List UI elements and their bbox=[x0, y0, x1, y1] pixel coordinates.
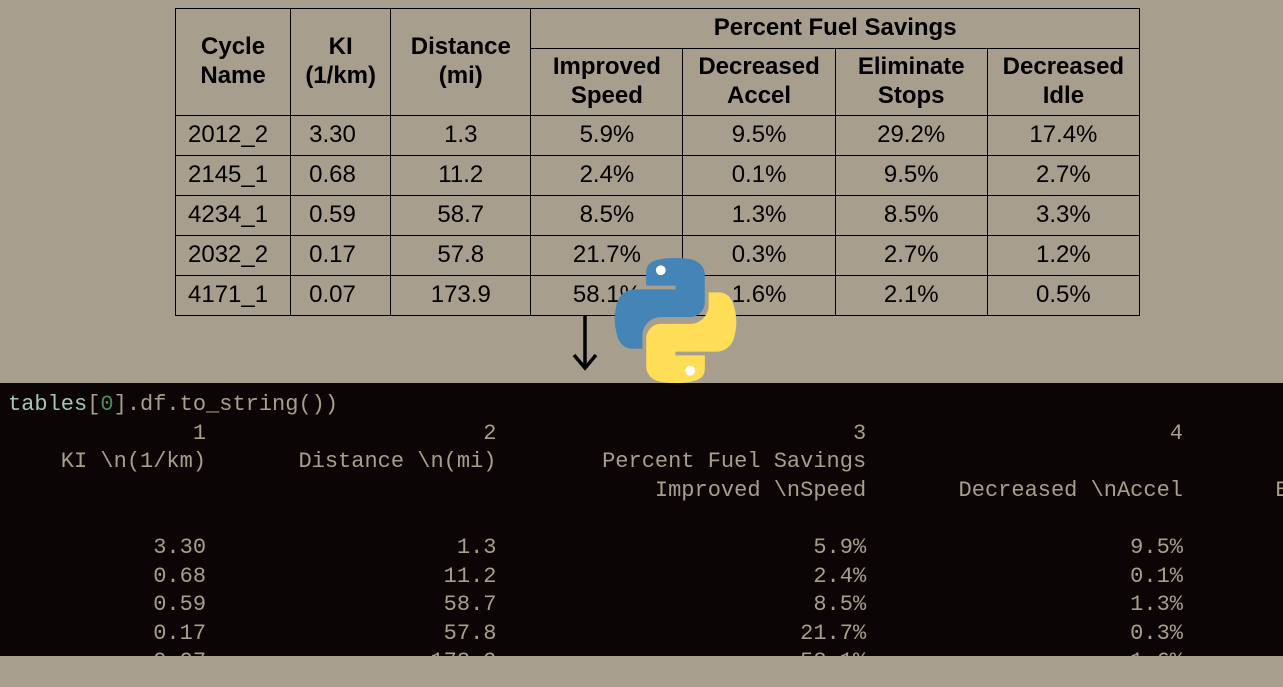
cell-speed: 8.5% bbox=[531, 195, 683, 235]
cell-dist: 173.9 bbox=[391, 275, 531, 315]
terminal-command: tables[0].df.to_string()) bbox=[8, 392, 338, 417]
cell-stops: 8.5% bbox=[835, 195, 987, 235]
cell-speed: 2.4% bbox=[531, 155, 683, 195]
cell-name: 4234_1 bbox=[176, 195, 291, 235]
cell-dist: 58.7 bbox=[391, 195, 531, 235]
header-decreased-accel: Decreased Accel bbox=[683, 49, 835, 116]
header-improved-speed: Improved Speed bbox=[531, 49, 683, 116]
python-logo-icon bbox=[598, 258, 753, 383]
header-distance: Distance (mi) bbox=[391, 9, 531, 116]
cell-dist: 1.3 bbox=[391, 115, 531, 155]
cell-ki: 0.59 bbox=[291, 195, 391, 235]
cell-ki: 3.30 bbox=[291, 115, 391, 155]
cell-stops: 9.5% bbox=[835, 155, 987, 195]
cell-idle: 3.3% bbox=[987, 195, 1139, 235]
cell-stops: 2.7% bbox=[835, 235, 987, 275]
cell-idle: 2.7% bbox=[987, 155, 1139, 195]
cell-idle: 1.2% bbox=[987, 235, 1139, 275]
terminal-output[interactable]: tables[0].df.to_string()) 1 2 3 4 5 KI \… bbox=[0, 383, 1283, 656]
cell-dist: 57.8 bbox=[391, 235, 531, 275]
cell-accel: 0.1% bbox=[683, 155, 835, 195]
arrow-down-icon bbox=[570, 313, 600, 373]
cell-name: 4171_1 bbox=[176, 275, 291, 315]
table-row: 2145_10.6811.22.4%0.1%9.5%2.7% bbox=[176, 155, 1140, 195]
cell-stops: 2.1% bbox=[835, 275, 987, 315]
cell-accel: 1.3% bbox=[683, 195, 835, 235]
bottom-bar bbox=[0, 656, 1283, 687]
cell-stops: 29.2% bbox=[835, 115, 987, 155]
cell-speed: 5.9% bbox=[531, 115, 683, 155]
cell-accel: 9.5% bbox=[683, 115, 835, 155]
cell-dist: 11.2 bbox=[391, 155, 531, 195]
cell-name: 2145_1 bbox=[176, 155, 291, 195]
table-row: 2012_23.301.35.9%9.5%29.2%17.4% bbox=[176, 115, 1140, 155]
cell-ki: 0.07 bbox=[291, 275, 391, 315]
cell-ki: 0.68 bbox=[291, 155, 391, 195]
cell-name: 2012_2 bbox=[176, 115, 291, 155]
cell-name: 2032_2 bbox=[176, 235, 291, 275]
cell-ki: 0.17 bbox=[291, 235, 391, 275]
cell-idle: 17.4% bbox=[987, 115, 1139, 155]
header-eliminate-stops: Eliminate Stops bbox=[835, 49, 987, 116]
header-cycle-name: Cycle Name bbox=[176, 9, 291, 116]
header-savings-group: Percent Fuel Savings bbox=[531, 9, 1140, 49]
table-row: 4234_10.5958.78.5%1.3%8.5%3.3% bbox=[176, 195, 1140, 235]
header-ki: KI (1/km) bbox=[291, 9, 391, 116]
cell-idle: 0.5% bbox=[987, 275, 1139, 315]
header-decreased-idle: Decreased Idle bbox=[987, 49, 1139, 116]
